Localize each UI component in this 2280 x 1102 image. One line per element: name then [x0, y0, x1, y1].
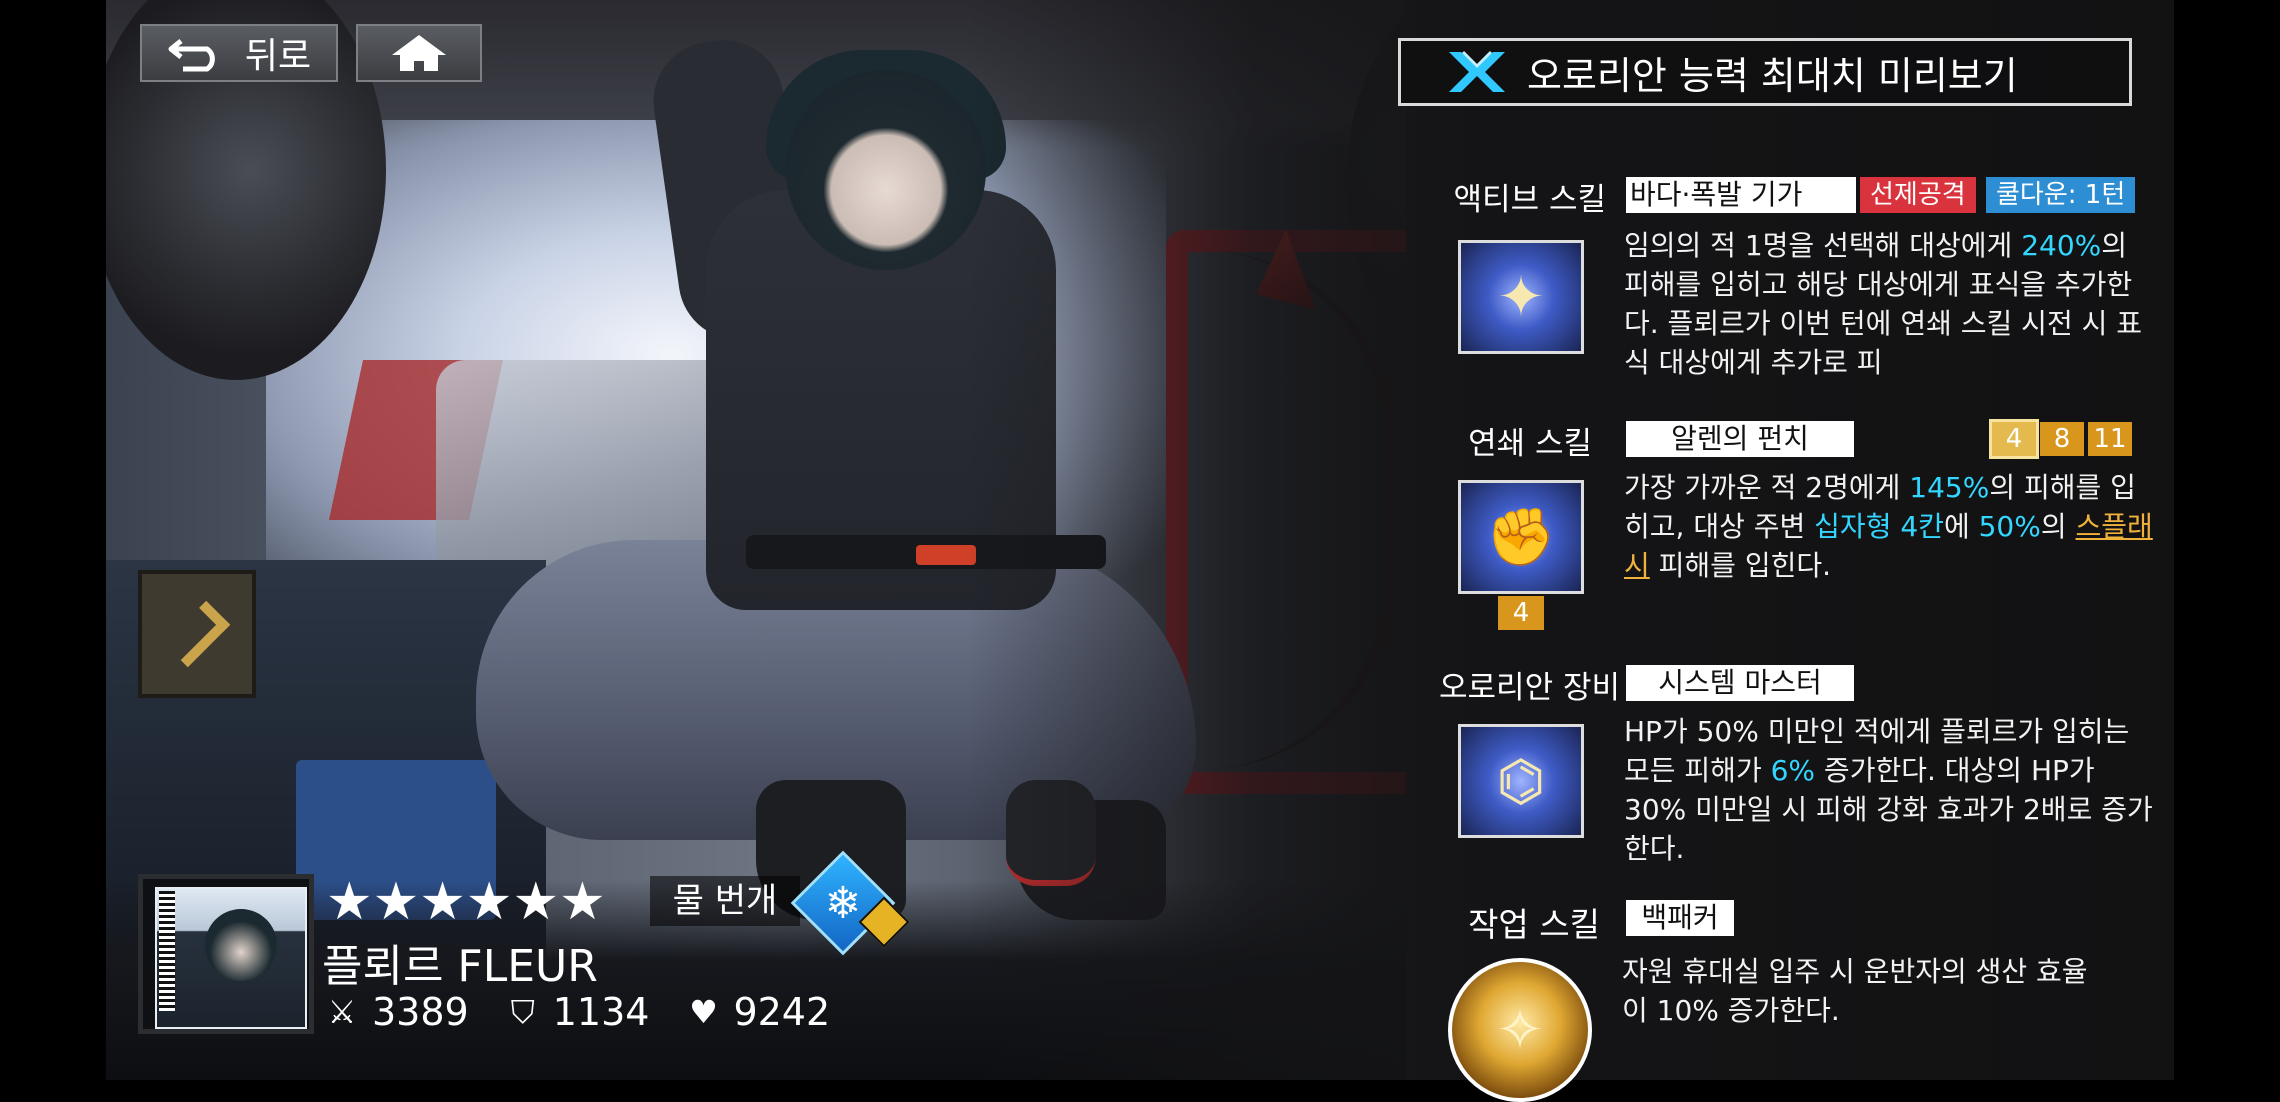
hp-stat: ♥ 9242: [683, 990, 830, 1034]
panel-title-text: 오로리안 능력 최대치 미리보기: [1527, 53, 2018, 98]
chain-skill-icon[interactable]: ✊: [1458, 480, 1584, 594]
chain-skill-badge: 4: [1498, 596, 1544, 630]
active-skill-icon[interactable]: ✦: [1458, 240, 1584, 354]
heartbeat-icon: ♥: [689, 993, 718, 1031]
attack-stat: ⚔ 3389: [322, 990, 469, 1034]
first-strike-tag: 선제공격: [1860, 177, 1976, 213]
rarity-stars: ★★★★★★: [326, 872, 606, 932]
attack-icon: ⚔: [327, 993, 357, 1031]
blaster-icon: ✦: [1497, 264, 1545, 330]
back-button[interactable]: 뒤로: [140, 24, 338, 82]
chain-chip-2[interactable]: 8: [2040, 422, 2084, 456]
active-skill-name: 바다·폭발 기가: [1626, 177, 1856, 213]
chain-skill-description: 가장 가까운 적 2명에게 145%의 피해를 입히고, 대상 주변 십자형 4…: [1624, 471, 2153, 582]
work-skill-name: 백패커: [1626, 900, 1734, 936]
chain-skill-label: 연쇄 스킬: [1468, 426, 1592, 462]
home-button[interactable]: [356, 24, 482, 82]
aurorian-gear-icon[interactable]: ⌬: [1458, 724, 1584, 838]
fist-icon: ✊: [1486, 505, 1556, 570]
character-portrait[interactable]: [138, 874, 314, 1034]
active-skill-description: 임의의 적 1명을 선택해 대상에게 240%의 피해를 입히고 해당 대상에게…: [1624, 229, 2143, 376]
aurorian-logo-icon: [1449, 50, 1505, 92]
defense-value: 1134: [552, 990, 650, 1034]
back-button-label: 뒤로: [244, 36, 312, 77]
aurorian-gear-name: 시스템 마스터: [1626, 665, 1854, 701]
barcode-icon: [159, 891, 175, 1011]
chain-chip-1[interactable]: 4: [1989, 419, 2039, 459]
active-skill-label: 액티브 스킬: [1453, 182, 1606, 218]
chain-chip-3[interactable]: 11: [2088, 422, 2132, 456]
work-skill-label: 작업 스킬: [1468, 905, 1600, 944]
preview-panel-title: 오로리안 능력 최대치 미리보기: [1398, 38, 2132, 106]
fairy-icon: ✧: [1496, 997, 1544, 1063]
element-label: 물 번개: [650, 876, 800, 926]
defense-stat: ⛉ 1134: [503, 990, 650, 1034]
aurorian-gear-label: 오로리안 장비: [1439, 670, 1620, 706]
drone-icon: ⌬: [1496, 748, 1546, 814]
work-skill-description: 자원 휴대실 입주 시 운반자의 생산 효율이 10% 증가한다.: [1622, 955, 2088, 1027]
work-skill-icon[interactable]: ✧: [1448, 958, 1592, 1102]
aurorian-gear-description: HP가 50% 미만인 적에게 플뢰르가 입히는 모든 피해가 6% 증가한다.…: [1624, 715, 2153, 865]
attack-value: 3389: [372, 990, 469, 1034]
character-stats: ⚔ 3389 ⛉ 1134 ♥ 9242: [322, 990, 864, 1034]
chain-skill-name: 알렌의 펀치: [1626, 421, 1854, 457]
shield-icon: ⛉: [510, 992, 535, 1031]
back-arrow-icon: [168, 39, 215, 72]
cooldown-tag: 쿨다운: 1턴: [1986, 177, 2136, 213]
hp-value: 9242: [733, 990, 831, 1034]
home-icon: [392, 35, 446, 71]
character-name: 플뢰르 FLEUR: [322, 941, 598, 992]
